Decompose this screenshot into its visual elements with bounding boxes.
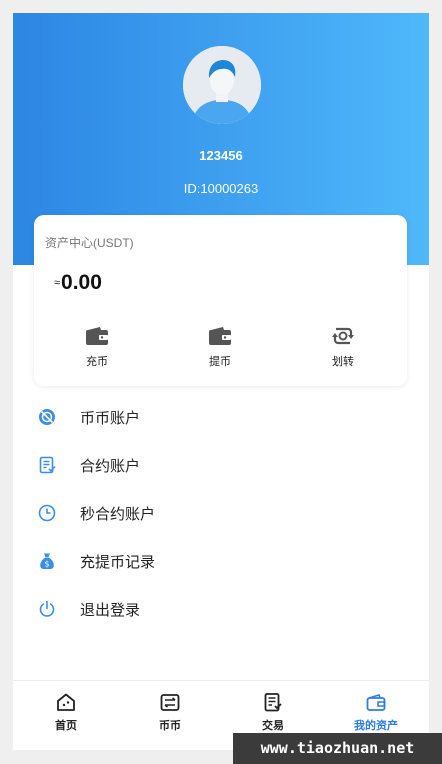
wallet-icon — [86, 327, 108, 345]
menu-label-contract-account: 合约账户 — [80, 458, 141, 475]
clock-icon — [38, 504, 56, 522]
withdraw-button[interactable]: 提币 — [185, 326, 255, 369]
menu-item-second-contract-account[interactable]: 秒合约账户 — [13, 489, 429, 537]
asset-center-title: 资产中心(USDT) — [45, 236, 134, 250]
tab-my-assets[interactable]: 我的资产 — [331, 693, 421, 733]
app-screen: 123456 ID:10000263 资产中心(USDT) ≈0.00 充币 提 — [13, 13, 429, 750]
svg-text:$: $ — [44, 560, 49, 569]
balance-amount: 0.00 — [61, 271, 102, 294]
menu-label-deposit-withdraw-record: 充提币记录 — [80, 554, 156, 571]
tab-exchange[interactable]: 币币 — [125, 693, 215, 733]
menu-label-coin-account: 币币账户 — [80, 410, 141, 427]
contract-icon — [39, 456, 56, 474]
home-icon — [57, 693, 75, 711]
tab-my-assets-label: 我的资产 — [354, 720, 398, 732]
user-avatar-icon — [183, 46, 261, 124]
transfer-button[interactable]: 划转 — [308, 326, 378, 369]
watermark: www.tiaozhuan.net — [233, 733, 442, 764]
coin-account-icon — [39, 409, 55, 425]
username: 123456 — [199, 148, 243, 163]
deposit-button[interactable]: 充币 — [62, 326, 132, 369]
user-id: ID:10000263 — [183, 181, 259, 196]
transfer-icon — [332, 327, 354, 345]
power-icon — [39, 600, 55, 617]
trade-icon — [264, 693, 282, 712]
menu-label-logout: 退出登录 — [80, 602, 141, 619]
approx-symbol: ≈ — [54, 277, 61, 289]
wallet-icon — [209, 327, 231, 345]
deposit-label: 充币 — [86, 356, 108, 368]
tab-trade[interactable]: 交易 — [228, 693, 318, 733]
account-menu: 币币账户 合约账户 秒合约账户 $ 充提币记录 退出登录 — [13, 393, 429, 633]
tab-trade-label: 交易 — [262, 720, 284, 732]
wallet-icon — [366, 694, 386, 711]
menu-label-second-contract-account: 秒合约账户 — [80, 506, 156, 523]
menu-item-coin-account[interactable]: 币币账户 — [13, 393, 429, 441]
tab-home-label: 首页 — [55, 720, 77, 732]
avatar[interactable] — [183, 46, 261, 124]
menu-item-logout[interactable]: 退出登录 — [13, 585, 429, 633]
exchange-icon — [160, 694, 180, 711]
menu-item-deposit-withdraw-record[interactable]: $ 充提币记录 — [13, 537, 429, 585]
transfer-label: 划转 — [332, 356, 354, 368]
withdraw-label: 提币 — [209, 356, 231, 368]
menu-item-contract-account[interactable]: 合约账户 — [13, 441, 429, 489]
tab-exchange-label: 币币 — [159, 720, 181, 732]
money-bag-icon: $ — [40, 553, 54, 569]
tab-home[interactable]: 首页 — [21, 693, 111, 733]
asset-balance: ≈0.00 — [54, 271, 102, 295]
asset-center-card: 资产中心(USDT) ≈0.00 充币 提币 划转 — [34, 215, 407, 386]
